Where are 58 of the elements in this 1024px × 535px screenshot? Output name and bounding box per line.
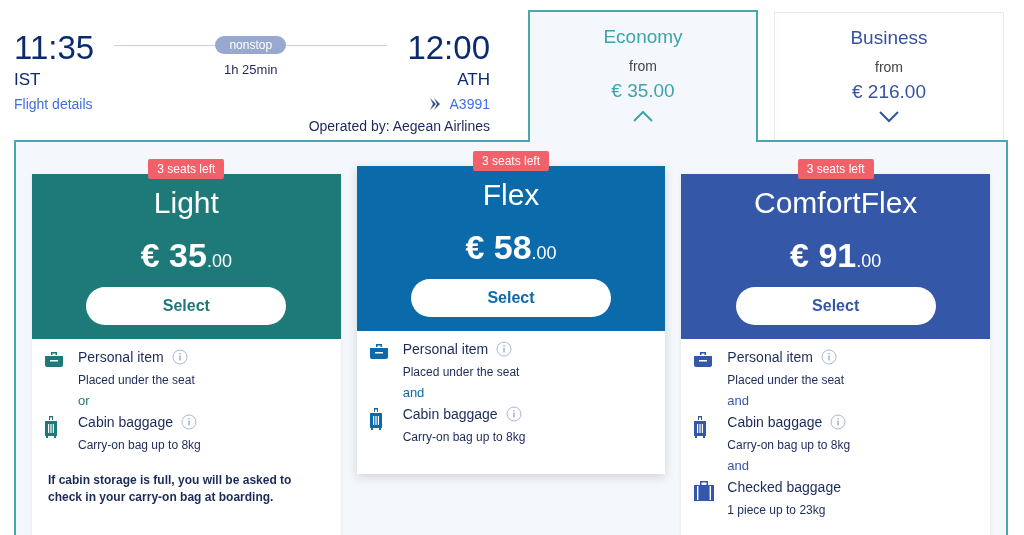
select-button[interactable]: Select [411,279,611,317]
stops-badge: nonstop [215,36,287,54]
flight-duration: 1h 25min [224,62,278,77]
info-icon[interactable] [505,406,522,422]
operated-by-text: Operated by: Aegean Airlines [307,118,490,134]
baggage-detail: Placed under the seat [78,373,196,387]
baggage-detail: Placed under the seat [727,373,846,387]
baggage-title: Personal item [727,349,813,365]
connector-text: or [78,393,91,408]
departure-time: 11:35 [14,30,95,66]
info-icon[interactable] [496,341,513,357]
fare-price: € 35.00 [140,236,232,275]
baggage-detail: 1 piece up to 23kg [727,503,827,517]
trolley-bag-icon [44,416,58,438]
connector-text: and [727,393,751,408]
briefcase-icon [693,351,714,367]
airline-logo-icon [427,97,442,111]
baggage-title: Personal item [78,349,164,365]
fare-name: ComfortFlex [753,186,918,220]
fare-price: € 58.00 [465,228,557,267]
trolley-bag-icon [693,416,708,438]
cabin-storage-note: If cabin storage is full, you will be asked to check in your carry-on bag at boarding. [47,472,293,506]
baggage-detail: Carry-on bag up to 8kg [78,438,202,452]
select-button[interactable]: Select [86,287,287,325]
baggage-title: Cabin baggage [78,414,173,430]
info-icon[interactable] [171,349,188,365]
connector-text: and [727,458,751,473]
connector-text: and [402,385,426,400]
arrival-airport: ATH [457,70,490,90]
suitcase-icon [693,481,716,501]
select-button[interactable]: Select [735,287,936,325]
info-icon[interactable] [830,414,847,430]
seats-left-badge: 3 seats left [472,151,549,171]
info-icon[interactable] [820,349,837,365]
baggage-title: Personal item [402,341,489,357]
cabin-tab[interactable]: Business from € 216.00 [774,12,1004,140]
chevron-down-icon [878,111,900,123]
baggage-title: Cabin baggage [727,414,823,430]
departure-airport: IST [14,70,42,90]
fare-price: € 91.00 [790,236,882,275]
baggage-title: Checked baggage [727,479,841,495]
fare-name: Flex [482,178,540,212]
baggage-detail: Placed under the seat [402,365,521,379]
flight-number-link[interactable]: A3991 [449,96,490,112]
chevron-up-icon [632,110,654,122]
baggage-title: Cabin baggage [402,406,498,422]
baggage-detail: Carry-on bag up to 8kg [727,438,852,452]
briefcase-icon [44,351,64,367]
seats-left-badge: 3 seats left [148,159,225,179]
seats-left-badge: 3 seats left [797,159,874,179]
info-icon[interactable] [181,414,197,430]
baggage-detail: Carry-on bag up to 8kg [402,430,527,444]
arrival-time: 12:00 [407,30,490,66]
briefcase-icon [368,343,389,359]
flight-details-link[interactable]: Flight details [14,96,95,112]
trolley-bag-icon [368,408,383,430]
cabin-tab[interactable]: Economy from € 35.00 [528,10,758,142]
fare-name: Light [153,186,219,220]
